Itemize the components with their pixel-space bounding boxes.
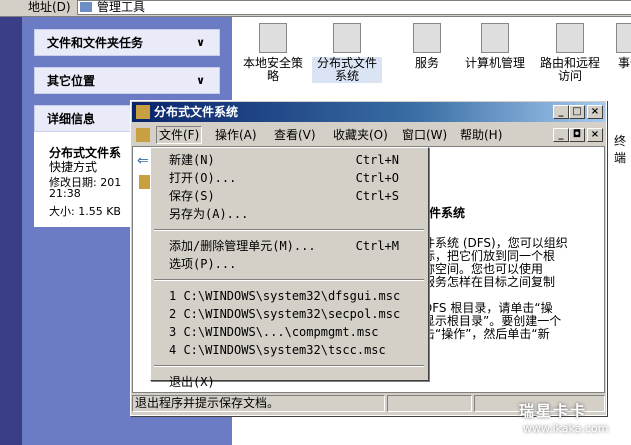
menu-item-shortcut: Ctrl+S <box>355 189 399 203</box>
recent-file-1[interactable]: 1 C:\WINDOWS\system32\dfsgui.msc <box>169 287 419 305</box>
admin-tool-0[interactable]: 本地安全策 略 <box>238 23 308 83</box>
menu-item-g1-1[interactable]: 打开(O)... Ctrl+O <box>169 169 419 187</box>
menu-item-label: 打开(O)... <box>169 171 237 185</box>
chevron-down-icon[interactable]: ∨ <box>196 30 205 56</box>
event-viewer-icon <box>616 23 631 53</box>
status-text: 退出程序并提示保存文档。 <box>132 395 385 412</box>
admin-tool-label: 路由和远程 访问 <box>539 56 600 83</box>
security-policy-icon <box>259 23 287 53</box>
address-field[interactable] <box>77 0 631 15</box>
menu-item-label: 新建(N) <box>169 153 215 167</box>
recent-file-4[interactable]: 4 C:\WINDOWS\system32\tscc.msc <box>169 341 419 359</box>
admin-tool-label: 事件 <box>617 56 631 70</box>
menu-item-g1-0[interactable]: 新建(N) Ctrl+N <box>169 151 419 169</box>
admin-tool-label: 分布式文件 系统 <box>312 57 382 83</box>
icons-area: 本地安全策 略分布式文件 系统 服务 计算机管理路由和远程 访问 事件 <box>232 17 631 97</box>
dfs-icon[interactable] <box>136 128 150 142</box>
menu-bar: 文件(F) 操作(A) 查看(V) 收藏夹(O) 窗口(W) 帮助(H) _ ◘… <box>132 124 605 146</box>
menu-item-exit[interactable]: 退出(X) <box>169 373 419 391</box>
admin-tool-2[interactable]: 服务 <box>392 23 462 70</box>
menu-item-label: 3 C:\WINDOWS\...\compmgmt.msc <box>169 325 379 339</box>
menu-separator <box>154 229 424 231</box>
address-bar: 地址(D) 管理工具 <box>0 0 631 17</box>
address-label: 地址(D) <box>28 0 71 14</box>
menu-file[interactable]: 文件(F) <box>156 126 203 144</box>
file-menu-dropdown: 新建(N) Ctrl+N 打开(O)... Ctrl+O 保存(S) Ctrl+S 另存为(… <box>150 147 429 389</box>
admin-tool-3[interactable]: 计算机管理 <box>460 23 530 70</box>
child-close-button[interactable]: × <box>587 128 603 142</box>
menu-item-label: 退出(X) <box>169 375 215 389</box>
menu-action[interactable]: 操作(A) <box>215 127 257 143</box>
admin-tool-label: 服务 <box>414 56 439 70</box>
admin-tool-5[interactable]: 事件 <box>610 23 631 70</box>
computer-management-icon <box>481 23 509 53</box>
maximize-button[interactable]: □ <box>569 105 585 119</box>
content-line: 服务怎样在目标之间复制 <box>423 275 556 289</box>
recent-file-3[interactable]: 3 C:\WINDOWS\...\compmgmt.msc <box>169 323 419 341</box>
watermark-url: www.ikaka.com <box>523 422 609 435</box>
menu-view[interactable]: 查看(V) <box>274 127 316 143</box>
left-frame <box>0 17 22 445</box>
content-line: 击“操作”，然后单击“新 <box>423 327 550 341</box>
menu-item-label: 2 C:\WINDOWS\system32\secpol.msc <box>169 307 401 321</box>
admin-tool-4[interactable]: 路由和远程 访问 <box>535 23 605 83</box>
title-bar[interactable]: 分布式文件系统 _ □ × <box>132 102 605 122</box>
menu-item-label: 保存(S) <box>169 189 215 203</box>
menu-item-g2-1[interactable]: 选项(P)... <box>169 255 419 273</box>
watermark-brand: 瑞星卡卡 <box>519 402 588 420</box>
file-tasks-header[interactable]: 文件和文件夹任务 ∨ <box>34 29 220 56</box>
menu-item-label: 添加/删除管理单元(M)... <box>169 239 316 253</box>
close-button[interactable]: × <box>587 105 603 119</box>
dfs-icon <box>333 23 361 53</box>
menu-item-label: 4 C:\WINDOWS\system32\tscc.msc <box>169 343 386 357</box>
menu-favorites[interactable]: 收藏夹(O) <box>333 127 388 143</box>
content-text: 件系统 (DFS)，您可以组织 标，把它们放到同一个根 称空间。您也可以使用 服务怎样… <box>423 237 603 341</box>
menu-item-g1-3[interactable]: 另存为(A)... <box>169 205 419 223</box>
child-restore-button[interactable]: ◘ <box>569 128 585 142</box>
menu-help[interactable]: 帮助(H) <box>460 127 502 143</box>
file-tasks-title: 文件和文件夹任务 <box>47 36 144 50</box>
detail-size: 大小: 1.55 KB <box>49 205 121 218</box>
routing-icon <box>556 23 584 53</box>
menu-item-shortcut: Ctrl+N <box>355 153 399 167</box>
back-arrow-icon[interactable]: ⇐ <box>137 153 149 169</box>
recent-file-2[interactable]: 2 C:\WINDOWS\system32\secpol.msc <box>169 305 419 323</box>
menu-item-shortcut: Ctrl+O <box>355 171 399 185</box>
other-places-header[interactable]: 其它位置 ∨ <box>34 67 220 94</box>
address-value: 管理工具 <box>97 0 146 14</box>
menu-separator <box>154 365 424 367</box>
status-cell-2 <box>387 395 472 412</box>
menu-item-label: 另存为(A)... <box>169 207 249 221</box>
menu-item-g1-2[interactable]: 保存(S) Ctrl+S <box>169 187 419 205</box>
dfs-icon <box>136 105 150 119</box>
window-title: 分布式文件系统 <box>154 105 239 119</box>
minimize-button[interactable]: _ <box>553 105 569 119</box>
services-icon <box>413 23 441 53</box>
other-places-title: 其它位置 <box>47 74 96 88</box>
content-heading: 件系统 <box>429 206 466 220</box>
child-minimize-button[interactable]: _ <box>553 128 569 142</box>
menu-item-g2-0[interactable]: 添加/删除管理单元(M)... Ctrl+M <box>169 237 419 255</box>
admin-tool-label: 本地安全策 略 <box>242 56 303 83</box>
menu-item-shortcut: Ctrl+M <box>355 239 399 253</box>
menu-window[interactable]: 窗口(W) <box>402 127 447 143</box>
menu-item-label: 选项(P)... <box>169 257 237 271</box>
menu-separator <box>154 279 424 281</box>
folder-icon <box>80 2 92 12</box>
admin-tool-label: 计算机管理 <box>464 56 525 70</box>
menu-item-label: 1 C:\WINDOWS\system32\dfsgui.msc <box>169 289 401 303</box>
detail-type: 快捷方式 <box>49 160 98 174</box>
admin-tool-1[interactable]: 分布式文件 系统 <box>312 23 382 83</box>
watermark: 瑞星卡卡 www.ikaka.com <box>505 392 631 445</box>
details-title: 详细信息 <box>47 112 96 126</box>
right-edge-text: 终端 <box>614 134 627 165</box>
chevron-down-icon[interactable]: ∨ <box>196 68 205 94</box>
detail-time: 21:38 <box>49 187 81 200</box>
